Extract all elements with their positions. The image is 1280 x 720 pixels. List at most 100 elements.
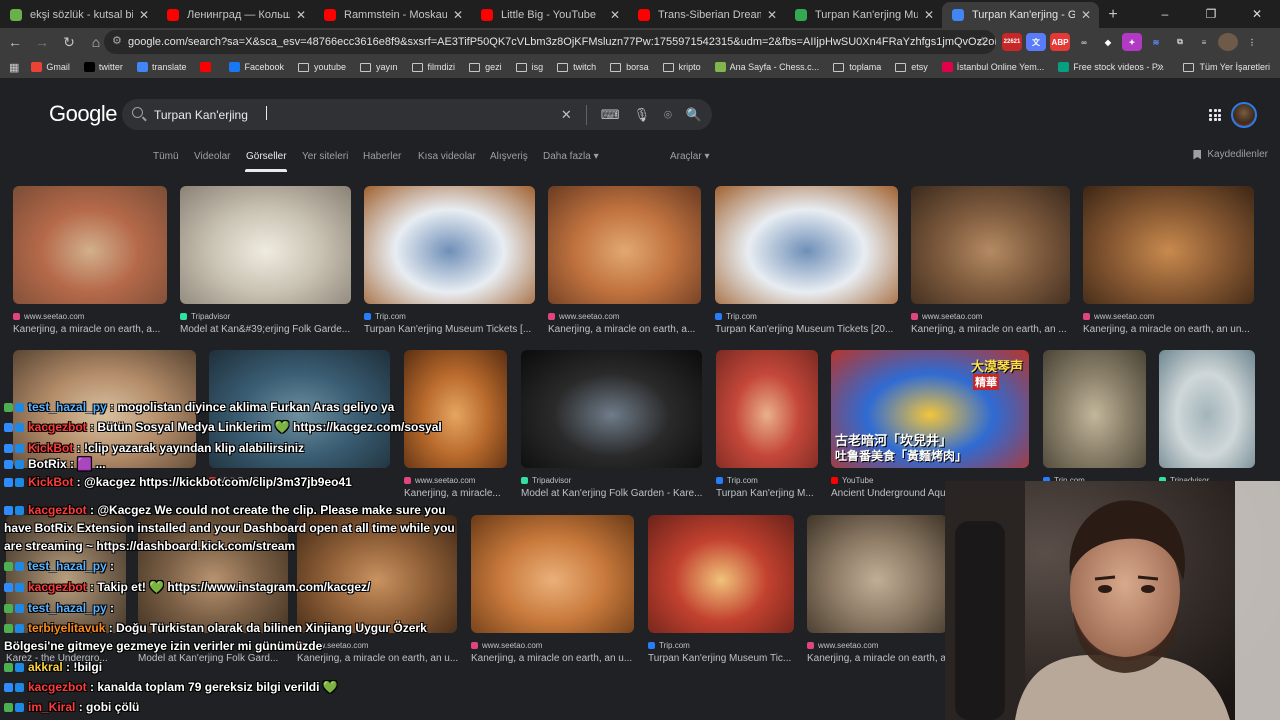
bookmark-item[interactable]: Facebook — [229, 62, 284, 72]
glasses-extension-icon[interactable]: ∞ — [1074, 33, 1094, 51]
account-avatar[interactable] — [1231, 102, 1257, 128]
image-result[interactable]: www.seetao.com Kanerjing, a miracle on ea… — [1083, 186, 1254, 344]
image-result[interactable]: www.seetao.com Kanerjing, a miracle on ea… — [548, 186, 701, 344]
filter-tab[interactable]: Videolar — [194, 151, 231, 162]
bookmark-item[interactable]: Ana Sayfa - Chess.c... — [714, 62, 819, 72]
image-result[interactable]: www.seetao.com Kanerjing, a miracle on ea… — [911, 186, 1070, 344]
result-caption[interactable]: Kanerjing, a miracle on earth, an — [807, 653, 957, 664]
close-window-button[interactable]: ✕ — [1234, 0, 1280, 28]
puzzle-icon[interactable]: ⧉ — [1170, 33, 1190, 51]
menu-dots-icon[interactable]: ⋮ — [1242, 33, 1262, 51]
address-bar[interactable]: ⚙ google.com/search?sa=X&sca_esv=48766ec… — [104, 30, 996, 54]
bookmark-item[interactable]: twitter — [83, 62, 123, 72]
bookmark-item[interactable]: Gmail — [31, 62, 70, 72]
result-source[interactable]: YouTube — [831, 476, 873, 485]
bookmark-item[interactable]: İstanbul Online Yem... — [941, 62, 1044, 72]
result-caption[interactable]: Kanerjing, a miracle on earth, a... — [548, 324, 711, 335]
result-source[interactable]: www.seetao.com — [911, 312, 982, 321]
minimize-button[interactable]: – — [1142, 0, 1188, 28]
image-thumbnail[interactable] — [1159, 350, 1255, 468]
result-caption[interactable]: Turpan Kan'erjing M... — [716, 488, 828, 499]
adblock-extension-icon[interactable]: ABP — [1050, 33, 1070, 51]
image-thumbnail[interactable] — [1043, 350, 1146, 468]
google-apps-icon[interactable] — [1209, 109, 1221, 121]
result-source[interactable]: Tripadvisor — [521, 476, 571, 485]
bookmark-item[interactable]: etsy — [895, 62, 928, 72]
bookmarks-more-button[interactable]: » — [1157, 61, 1163, 73]
bookmark-item[interactable]: filmdizi — [411, 62, 455, 72]
tools-button[interactable]: Araçlar ▾ — [670, 151, 709, 162]
result-caption[interactable]: Model at Kan&#39;erjing Folk Garde... — [180, 324, 361, 335]
image-thumbnail[interactable] — [911, 186, 1070, 304]
filter-tab[interactable]: Haberler — [363, 151, 401, 162]
image-thumbnail[interactable] — [1083, 186, 1254, 304]
bookmark-item[interactable]: youtube — [298, 62, 346, 72]
image-result[interactable]: www.seetao.com Kanerjing, a miracle on ea… — [471, 515, 634, 673]
result-source[interactable]: www.seetao.com — [807, 641, 878, 650]
search-submit-icon[interactable]: 🔍 — [686, 107, 702, 123]
browser-tab[interactable]: Turpan Kan'erjing - Google'da ✕ — [942, 2, 1099, 28]
browser-tab[interactable]: Ленинград — Кольщик - YouTube ✕ — [157, 2, 314, 28]
purple-extension-icon[interactable]: ✦ — [1122, 33, 1142, 51]
close-tab-icon[interactable]: ✕ — [767, 8, 777, 22]
bookmark-item[interactable]: gezi — [469, 62, 502, 72]
filter-tab[interactable]: Alışveriş — [490, 151, 528, 162]
image-thumbnail[interactable] — [715, 186, 898, 304]
close-tab-icon[interactable]: ✕ — [453, 8, 463, 22]
result-caption[interactable]: Turpan Kan'erjing Museum Tickets [20... — [715, 324, 908, 335]
restore-button[interactable]: ❐ — [1188, 0, 1234, 28]
image-thumbnail[interactable] — [364, 186, 535, 304]
translate-extension-icon[interactable]: 文 — [1026, 33, 1046, 51]
back-button[interactable]: ← — [3, 30, 27, 54]
image-result[interactable]: Tripadvisor Model at Kan'erjing Folk Gard… — [521, 350, 702, 508]
filter-tab[interactable]: Daha fazla ▾ — [543, 151, 599, 162]
reload-button[interactable]: ↻ — [57, 30, 81, 54]
image-result[interactable]: www.seetao.com Kanerjing, a miracle on ea… — [13, 186, 167, 344]
bookmark-item[interactable]: twitch — [557, 62, 596, 72]
close-tab-icon[interactable]: ✕ — [296, 8, 306, 22]
all-bookmarks-button[interactable]: Tüm Yer İşaretleri — [1199, 62, 1270, 72]
bookmark-item[interactable] — [200, 62, 215, 72]
bookmark-star-icon[interactable]: ☆ — [976, 34, 988, 50]
filter-tab[interactable]: Tümü — [153, 151, 179, 162]
result-source[interactable]: www.seetao.com — [1083, 312, 1154, 321]
site-info-icon[interactable]: ⚙ — [112, 35, 124, 47]
bookmark-item[interactable]: Free stock videos - P... — [1058, 62, 1164, 72]
image-result[interactable]: www.seetao.com Kanerjing, a miracle on ea… — [807, 515, 952, 673]
image-thumbnail[interactable] — [807, 515, 947, 633]
bookmark-item[interactable]: toplama — [833, 62, 881, 72]
browser-tab[interactable]: ekşi sözlük - kutsal bilgi kaynağı ✕ — [0, 2, 157, 28]
bookmark-item[interactable]: translate — [136, 62, 186, 72]
result-source[interactable]: Trip.com — [364, 312, 406, 321]
bookmark-item[interactable]: borsa — [610, 62, 649, 72]
image-result[interactable]: Trip.com Turpan Kan'erjing Museum Tickets… — [715, 186, 898, 344]
image-thumbnail[interactable] — [180, 186, 351, 304]
filter-tab[interactable]: Yer siteleri — [302, 151, 348, 162]
image-thumbnail[interactable] — [548, 186, 701, 304]
browser-tab[interactable]: Turpan Kan'erjing Museum - G ✕ — [785, 2, 942, 28]
image-result[interactable]: Trip.com Turpan Kan'erjing Museum Tic... — [648, 515, 794, 673]
forward-button[interactable]: → — [30, 30, 54, 54]
image-result[interactable]: Trip.com Turpan Kan'erjing M... — [716, 350, 818, 508]
keyboard-icon[interactable]: ⌨ — [601, 107, 620, 123]
profile-avatar-icon[interactable] — [1218, 33, 1238, 51]
close-tab-icon[interactable]: ✕ — [924, 8, 934, 22]
result-caption[interactable]: Model at Kan'erjing Folk Garden - Kare..… — [521, 488, 712, 499]
browser-tab[interactable]: Rammstein - Moskau (Official ✕ — [314, 2, 471, 28]
result-caption[interactable]: Kanerjing, a miracle on earth, an un... — [1083, 324, 1264, 335]
wave-extension-icon[interactable]: ≋ — [1146, 33, 1166, 51]
result-source[interactable]: www.seetao.com — [471, 641, 542, 650]
result-caption[interactable]: Kanerjing, a miracle on earth, an ... — [911, 324, 1080, 335]
apps-grid-icon[interactable]: ▦ — [9, 61, 19, 74]
playlist-icon[interactable]: ≡ — [1194, 33, 1214, 51]
image-thumbnail[interactable] — [13, 186, 167, 304]
close-tab-icon[interactable]: ✕ — [139, 8, 149, 22]
saved-button[interactable]: Kaydedilenler — [1193, 149, 1268, 160]
result-caption[interactable]: Kanerjing, a miracle on earth, a... — [13, 324, 177, 335]
bookmark-item[interactable]: kripto — [662, 62, 701, 72]
image-thumbnail[interactable] — [471, 515, 634, 633]
result-caption[interactable]: Turpan Kan'erjing Museum Tickets [... — [364, 324, 545, 335]
filter-tab[interactable]: Kısa videolar — [418, 151, 476, 162]
filter-tab[interactable]: Görseller — [246, 151, 287, 162]
close-tab-icon[interactable]: ✕ — [1081, 8, 1091, 22]
